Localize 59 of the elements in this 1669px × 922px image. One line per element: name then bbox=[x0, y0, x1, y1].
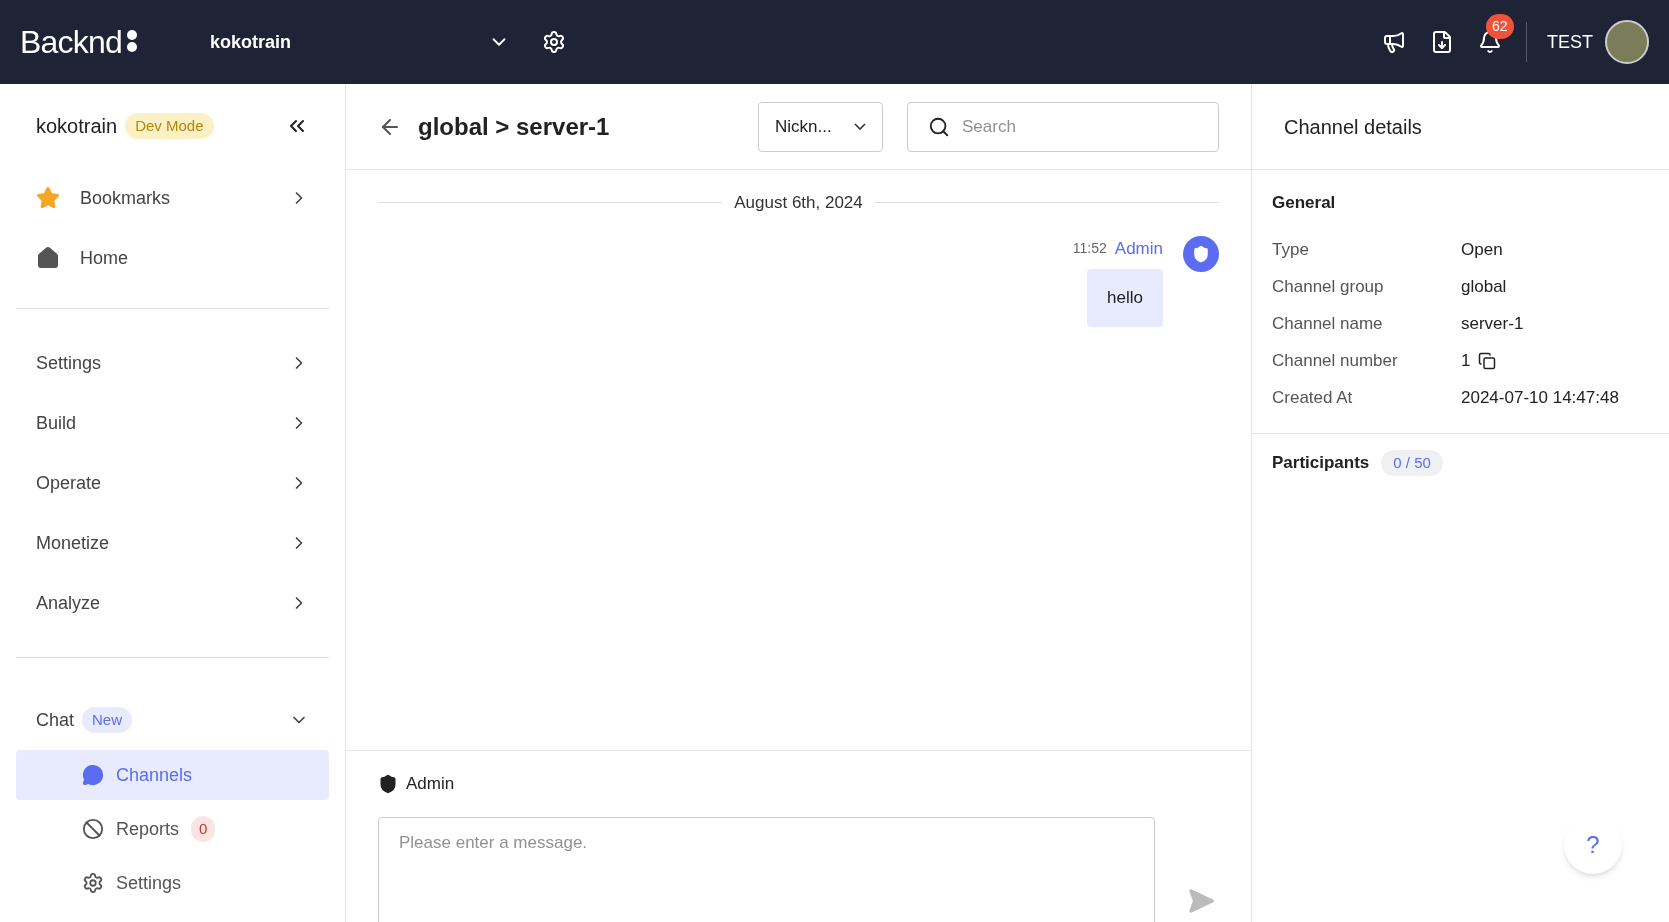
detail-value: server-1 bbox=[1461, 313, 1524, 336]
nav-item[interactable]: Monetize bbox=[16, 513, 329, 573]
document-icon[interactable] bbox=[1430, 30, 1454, 54]
detail-value: 2024-07-10 14:47:48 bbox=[1461, 387, 1619, 410]
chat-bubble-icon bbox=[82, 764, 104, 786]
detail-label: Channel name bbox=[1272, 313, 1384, 336]
message-author: Admin bbox=[1114, 237, 1163, 260]
sender-name: Admin bbox=[406, 773, 455, 795]
nav-item[interactable]: Build bbox=[16, 393, 329, 453]
new-badge: New bbox=[82, 706, 133, 734]
megaphone-icon[interactable] bbox=[1382, 30, 1406, 54]
detail-value: 1 bbox=[1461, 350, 1471, 373]
logo: Backnd bbox=[20, 23, 122, 62]
search-input[interactable]: Search bbox=[962, 113, 1198, 140]
shield-icon bbox=[1192, 244, 1210, 263]
panel-title: Channel details bbox=[1284, 114, 1422, 140]
notification-badge: 62 bbox=[1486, 14, 1514, 39]
project-select[interactable]: kokotrain bbox=[210, 28, 510, 56]
copy-icon[interactable] bbox=[1478, 352, 1497, 370]
bell-icon[interactable] bbox=[1478, 30, 1502, 54]
settings-icon bbox=[82, 872, 104, 894]
detail-label: Channel group bbox=[1272, 276, 1385, 299]
detail-value: Open bbox=[1461, 239, 1503, 262]
detail-label: Channel number bbox=[1272, 350, 1399, 373]
search-field[interactable]: Search bbox=[907, 101, 1219, 152]
search-icon bbox=[928, 115, 950, 138]
home-icon bbox=[36, 246, 60, 270]
caret-icon bbox=[854, 123, 866, 130]
nav-item[interactable]: Home bbox=[16, 228, 329, 288]
star-icon bbox=[36, 186, 60, 210]
message-bubble: hello bbox=[1087, 269, 1163, 327]
chat-menu[interactable]: Chat New bbox=[16, 690, 329, 750]
user-name: TEST bbox=[1547, 30, 1593, 54]
avatar[interactable] bbox=[1605, 20, 1649, 64]
detail-label: Type bbox=[1272, 239, 1310, 262]
shield-icon bbox=[378, 773, 398, 794]
nav-item[interactable]: Bookmarks bbox=[16, 168, 329, 228]
participants-count: 0 / 50 bbox=[1381, 449, 1443, 476]
detail-label: Created At bbox=[1272, 387, 1354, 410]
nav-item[interactable]: Operate bbox=[16, 453, 329, 513]
message-input[interactable]: Please enter a message. bbox=[378, 816, 1155, 922]
nav-subitem[interactable]: Settings bbox=[16, 858, 329, 908]
project-name: kokotrain bbox=[36, 114, 118, 139]
prohibited-icon bbox=[82, 818, 104, 840]
section-title: Participants bbox=[1272, 452, 1370, 474]
message-time: 11:52 bbox=[1072, 238, 1107, 258]
date-separator: August 6th, 2024 bbox=[734, 192, 863, 214]
section-title: General bbox=[1272, 192, 1337, 214]
nav-subitem[interactable]: Reports 0 bbox=[16, 804, 329, 854]
help-button[interactable]: ? bbox=[1564, 816, 1622, 874]
nav-item[interactable]: Analyze bbox=[16, 573, 329, 633]
channel-title: global > server-1 bbox=[418, 111, 611, 142]
dev-mode-badge: Dev Mode bbox=[125, 112, 214, 140]
settings-icon[interactable] bbox=[542, 30, 566, 54]
count-badge: 0 bbox=[191, 815, 216, 843]
nav-item[interactable]: Settings bbox=[16, 333, 329, 393]
detail-value: global bbox=[1461, 276, 1507, 299]
nickname-select[interactable]: Nickn... bbox=[758, 101, 883, 152]
nav-subitem[interactable]: Channels bbox=[16, 750, 329, 800]
